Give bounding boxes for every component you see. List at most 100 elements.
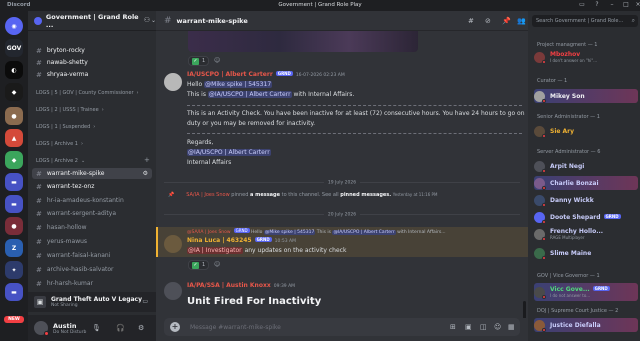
gif-icon[interactable]: ▣ bbox=[465, 323, 472, 331]
message-input[interactable]: + Message #warrant-mike-spike ⊞ ▣ ◫ ☺ ▦ bbox=[164, 318, 520, 336]
add-reaction-icon[interactable]: ☺ bbox=[214, 57, 220, 64]
add-member-icon[interactable]: ⚇ bbox=[144, 16, 150, 24]
channel-shryaa-verma[interactable]: # shryaa-verma bbox=[32, 69, 152, 80]
screen-share-icon[interactable]: ▭ bbox=[142, 298, 148, 305]
threads-icon[interactable]: # bbox=[468, 17, 474, 25]
mute-bell-icon[interactable]: ⊘ bbox=[485, 17, 491, 25]
gift-icon[interactable]: ⊞ bbox=[450, 323, 456, 331]
folder-icon-3[interactable]: ▬ bbox=[5, 283, 23, 301]
pinned-messages-link[interactable]: pinned messages. bbox=[340, 192, 391, 198]
channel-label: archive-hasib-salvator bbox=[46, 266, 114, 273]
reply-preview[interactable]: @SA/IA | Joes Snow GRND Hello @Mike spike… bbox=[187, 228, 446, 235]
channel-hr-ia-amadeus[interactable]: # hr-ia-amadeus-konstantin bbox=[32, 195, 152, 206]
role-mention[interactable]: @IA | Investigator bbox=[187, 247, 243, 254]
avatar[interactable] bbox=[164, 73, 182, 91]
maximize-icon[interactable]: □ bbox=[620, 1, 632, 8]
channel-hasan-hollow[interactable]: # hasan-hollow bbox=[32, 222, 152, 233]
sticker-icon[interactable]: ◫ bbox=[480, 323, 487, 331]
message-author[interactable]: IA/PA/SSA | Austin Knoxx 09:39 AM bbox=[187, 282, 295, 289]
avatar[interactable] bbox=[164, 282, 182, 300]
emoji-icon[interactable]: ☺ bbox=[494, 323, 501, 331]
member-item[interactable]: Mbozhov I don't answer on "hi"... bbox=[534, 50, 638, 64]
member-item[interactable]: Justice Diefalla bbox=[534, 318, 638, 332]
pinned-message-link[interactable]: a message bbox=[250, 192, 280, 198]
guild-header[interactable]: Government | Grand Role ... ⌄ ⚇ bbox=[28, 11, 156, 31]
folder-icon[interactable]: ▬ bbox=[5, 173, 23, 191]
server-icon-panda[interactable]: ◐ bbox=[5, 61, 23, 79]
category-county-commissioner[interactable]: LOGS | 5 | GOV | County Commissioner › bbox=[36, 90, 139, 96]
title-bar: Discord Government | Grand Role Play ▭ ?… bbox=[0, 0, 640, 11]
attach-plus-icon[interactable]: + bbox=[170, 322, 180, 332]
inbox-icon[interactable]: ▭ bbox=[576, 1, 588, 8]
avatar[interactable] bbox=[164, 235, 182, 253]
server-icon-character[interactable]: ● bbox=[5, 217, 23, 235]
channel-warrant-mike-spike[interactable]: # warrant-mike-spike ⚙ bbox=[32, 168, 152, 179]
reply-author: @SA/IA | Joes Snow bbox=[187, 230, 231, 235]
category-archive-1[interactable]: LOGS | Archive 1 › bbox=[36, 141, 83, 147]
reaction-check[interactable]: ✓ 1 bbox=[188, 260, 210, 270]
message-author[interactable]: IA/USCPO | Albert Carterr GRND 16-07-2026 … bbox=[187, 71, 345, 78]
message-author[interactable]: Nina Luca | 463245 GRND 10:53 AM bbox=[187, 237, 296, 244]
add-reaction-icon[interactable]: ☺ bbox=[214, 261, 220, 268]
channel-warrant-tez-onz[interactable]: # warrant-tez-onz bbox=[32, 181, 152, 192]
channel-bryton-rocky[interactable]: # bryton-rocky bbox=[32, 45, 152, 56]
divider bbox=[187, 133, 522, 134]
search-input[interactable]: Search Government | Grand Role... ⌕ bbox=[532, 15, 638, 27]
scrollbar[interactable] bbox=[523, 301, 526, 318]
close-icon[interactable]: × bbox=[632, 1, 640, 8]
folder-icon-2[interactable]: ▬ bbox=[5, 195, 23, 213]
avatar[interactable] bbox=[34, 321, 49, 336]
avatar bbox=[534, 90, 546, 103]
message-line: duty or you may be removed for inactivit… bbox=[187, 120, 316, 127]
pin-user[interactable]: SA/IA | Joes Snow bbox=[186, 192, 229, 198]
category-label: LOGS | 1 | Suspended bbox=[36, 124, 91, 130]
username: Austin bbox=[53, 321, 77, 330]
discord-home-icon[interactable]: ◉ bbox=[5, 17, 23, 35]
microphone-icon[interactable]: 🎙 bbox=[92, 324, 101, 332]
category-suspended[interactable]: LOGS | 1 | Suspended › bbox=[36, 124, 95, 130]
activity-panel[interactable]: ▣ Grand Theft Auto V Legacy Not Sharing … bbox=[28, 292, 156, 312]
pin-icon[interactable]: 📌 bbox=[502, 17, 511, 25]
headphones-icon[interactable]: 🎧 bbox=[116, 324, 125, 332]
avatar bbox=[534, 51, 546, 64]
member-item[interactable]: Doote Shepard GRND bbox=[534, 210, 638, 224]
member-item[interactable]: Sie Ary bbox=[534, 124, 638, 138]
embedded-image[interactable] bbox=[188, 31, 418, 52]
member-item[interactable]: Danny Wickk bbox=[534, 193, 638, 207]
server-icon-emblem[interactable]: ✦ bbox=[5, 261, 23, 279]
message-line: This is an Activity Check. You have been… bbox=[187, 110, 525, 117]
mention[interactable]: @IA/USCPO | Albert Carterr bbox=[187, 149, 271, 156]
gear-icon[interactable]: ⚙ bbox=[143, 170, 148, 177]
server-icon-red[interactable]: ▲ bbox=[5, 129, 23, 147]
channel-warrant-faisal-kanani[interactable]: # warrant-faisal-kanani bbox=[32, 250, 152, 261]
channel-hr-harsh-kumar[interactable]: # hr-harsh-kumar bbox=[32, 278, 152, 289]
channel-nawab-shetty[interactable]: # nawab-shetty bbox=[32, 57, 152, 68]
server-icon-dark[interactable]: ◆ bbox=[5, 83, 23, 101]
member-list-icon[interactable]: 👥 bbox=[517, 17, 526, 25]
server-icon-portrait[interactable]: ● bbox=[5, 107, 23, 125]
member-item[interactable]: Vicc Gove... GRND I do not answer to... bbox=[534, 283, 638, 301]
server-icon-government[interactable]: GOV bbox=[5, 39, 23, 57]
member-item[interactable]: Frenchy Hollo... RAGE Multiplayer bbox=[534, 227, 638, 241]
channel-yerus-mawus[interactable]: # yerus-mawus bbox=[32, 236, 152, 247]
channel-warrant-sergent-aditya[interactable]: # warrant-sergent-aditya bbox=[32, 208, 152, 219]
category-usss-trainee[interactable]: LOGS | 2 | USSS | Trainee › bbox=[36, 107, 104, 113]
member-item[interactable]: Slime Maine bbox=[534, 246, 638, 260]
mention[interactable]: @Mike spike | 545317 bbox=[204, 81, 273, 88]
help-icon[interactable]: ? bbox=[591, 1, 603, 8]
member-item[interactable]: Mikey Son bbox=[534, 89, 638, 103]
role-header: Senior Administrator — 1 bbox=[537, 114, 600, 120]
settings-gear-icon[interactable]: ⚙ bbox=[138, 324, 144, 332]
minimize-icon[interactable]: – bbox=[606, 1, 618, 8]
apps-icon[interactable]: ▦ bbox=[508, 323, 515, 331]
server-icon-blue[interactable]: Z bbox=[5, 239, 23, 257]
message-list[interactable]: ✓ 1 ☺ IA/USCPO | Albert Carterr GRND 16-07-… bbox=[156, 31, 528, 318]
server-icon-green[interactable]: ◆ bbox=[5, 151, 23, 169]
mention[interactable]: @IA/USCPO | Albert Carterr bbox=[207, 91, 292, 98]
channel-archive-hasib-salvator[interactable]: # archive-hasib-salvator bbox=[32, 264, 152, 275]
reaction-check[interactable]: ✓ 1 bbox=[188, 56, 210, 66]
add-channel-icon[interactable]: + bbox=[144, 156, 150, 164]
member-item[interactable]: Arpit Negi bbox=[534, 159, 638, 173]
category-archive-2[interactable]: LOGS | Archive 2 ⌄ bbox=[36, 158, 85, 164]
member-item[interactable]: Charlie Bonzai bbox=[534, 176, 638, 190]
